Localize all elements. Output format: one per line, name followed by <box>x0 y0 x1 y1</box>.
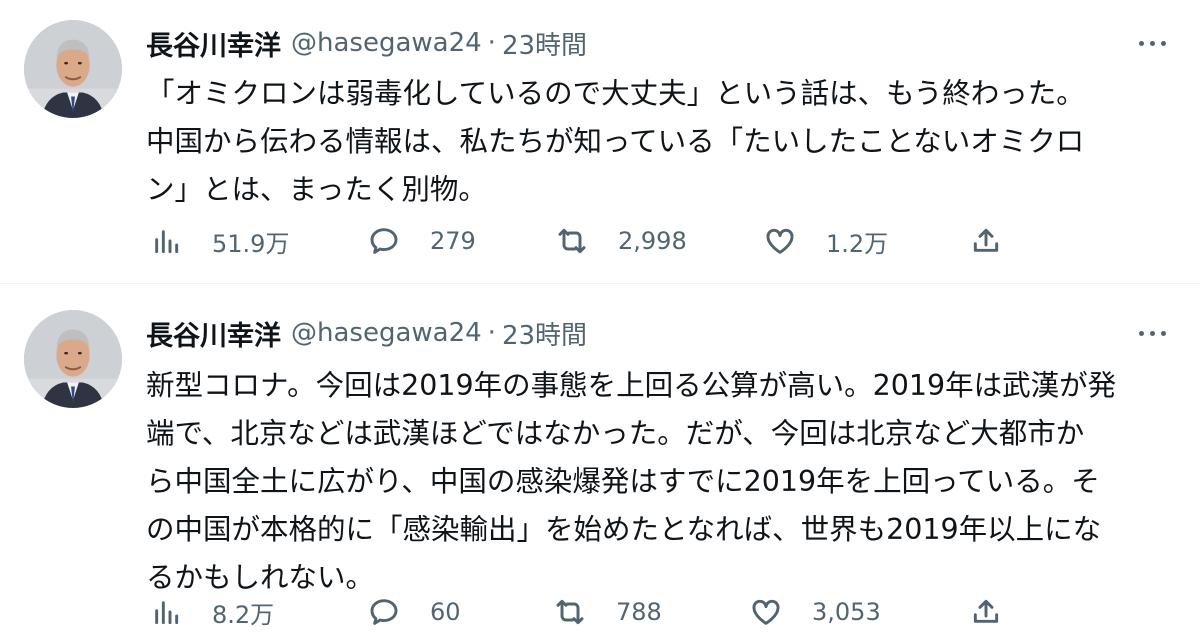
action-bar: 51.9万 279 2,998 1.2万 <box>146 221 1026 261</box>
tweet-text: 「オミクロンは弱毒化しているので大丈夫」という話は、もう終わった。 中国から伝わ… <box>146 70 1176 214</box>
timestamp[interactable]: 23時間 <box>502 25 587 62</box>
tweet-text: 新型コロナ。今回は2019年の事態を上回る公算が高い。2019年は武漢が発 端で… <box>146 362 1176 602</box>
tweet-text-line: 新型コロナ。今回は2019年の事態を上回る公算が高い。2019年は武漢が発 <box>146 369 1117 402</box>
avatar-photo <box>24 310 122 408</box>
separator: · <box>487 318 496 348</box>
author-name[interactable]: 長谷川幸洋 <box>146 24 281 63</box>
author-handle[interactable]: @hasegawa24 <box>291 318 482 348</box>
tweet-text-line: 中国から伝わる情報は、私たちが知っている「たいしたことないオミクロ <box>146 125 1085 158</box>
reply-button[interactable]: 60 <box>368 592 461 632</box>
avatar[interactable] <box>24 20 122 118</box>
like-button[interactable]: 1.2万 <box>764 221 888 261</box>
author-handle[interactable]: @hasegawa24 <box>291 28 482 58</box>
tweet-header: 長谷川幸洋 @hasegawa24 · 23時間 <box>146 24 587 63</box>
retweet-count: 788 <box>616 598 662 626</box>
avatar[interactable] <box>24 310 122 408</box>
tweet-text-line: の中国が本格的に「感染輸出」を始めたとなれば、世界も2019年以上にな <box>146 513 1102 546</box>
tweet-text-line: 「オミクロンは弱毒化しているので大丈夫」という話は、もう終わった。 <box>146 77 1085 110</box>
share-upload-icon <box>973 599 999 623</box>
heart-icon <box>766 228 794 254</box>
tweet-header: 長谷川幸洋 @hasegawa24 · 23時間 <box>146 314 587 353</box>
retweet-arrows-icon <box>556 599 584 625</box>
avatar-photo <box>24 20 122 118</box>
views-count: 8.2万 <box>212 600 275 629</box>
more-icon[interactable] <box>1132 25 1172 61</box>
share-button[interactable] <box>970 221 1002 261</box>
tweet[interactable]: 長谷川幸洋 @hasegawa24 · 23時間 「オミクロンは弱毒化しているの… <box>0 0 1200 284</box>
share-button[interactable] <box>970 592 1002 632</box>
retweet-button[interactable]: 788 <box>554 592 662 632</box>
tweet-text-line: ら中国全土に広がり、中国の感染爆発はすでに2019年を上回っている。そ <box>146 465 1100 498</box>
reply-count: 279 <box>430 227 476 255</box>
author-name[interactable]: 長谷川幸洋 <box>146 314 281 353</box>
share-upload-icon <box>973 228 999 252</box>
like-count: 3,053 <box>812 598 881 626</box>
retweet-count: 2,998 <box>618 227 687 255</box>
more-icon[interactable] <box>1132 315 1172 351</box>
tweet-text-line: ン」とは、まったく別物。 <box>146 173 487 206</box>
views-button[interactable]: 51.9万 <box>150 221 289 261</box>
tweet[interactable]: 長谷川幸洋 @hasegawa24 · 23時間 新型コロナ。今回は2019年の… <box>0 284 1200 643</box>
bar-chart-icon <box>155 601 179 625</box>
tweet-text-line: 端で、北京などは武漢ほどではなかった。だが、今回は北京など大都市か <box>146 417 1085 450</box>
speech-bubble-icon <box>370 599 398 625</box>
views-button[interactable]: 8.2万 <box>150 592 274 632</box>
separator: · <box>487 28 496 58</box>
retweet-arrows-icon <box>558 228 586 254</box>
views-count: 51.9万 <box>212 229 290 258</box>
timestamp[interactable]: 23時間 <box>502 315 587 352</box>
bar-chart-icon <box>155 230 179 254</box>
reply-count: 60 <box>430 598 461 626</box>
reply-button[interactable]: 279 <box>368 221 476 261</box>
speech-bubble-icon <box>370 228 398 254</box>
heart-icon <box>752 599 780 625</box>
retweet-button[interactable]: 2,998 <box>556 221 687 261</box>
action-bar: 8.2万 60 788 3,053 <box>146 592 1026 632</box>
like-button[interactable]: 3,053 <box>750 592 881 632</box>
like-count: 1.2万 <box>826 229 889 258</box>
